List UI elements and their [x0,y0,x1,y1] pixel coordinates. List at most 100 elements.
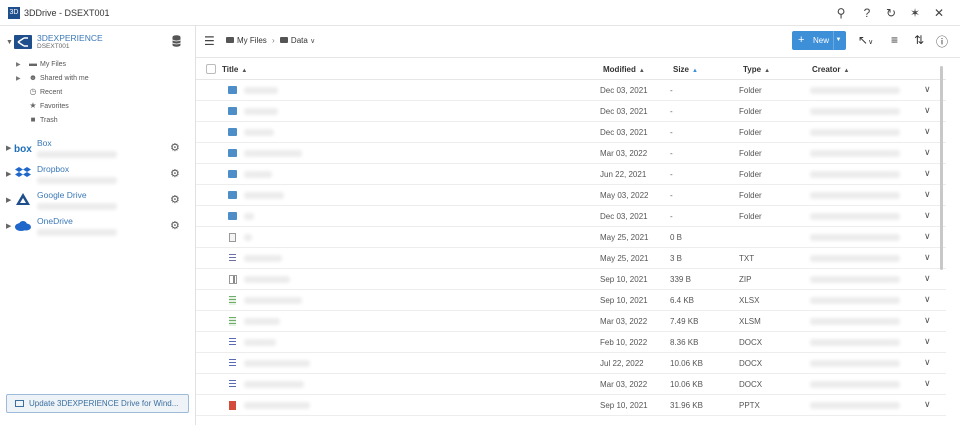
file-title[interactable] [244,171,272,178]
table-row[interactable]: May 25, 2021 3 B TXT ∨ [196,248,946,269]
caret-down-icon[interactable]: ▼ [833,31,843,50]
file-title[interactable] [244,213,254,220]
chevron-down-icon[interactable]: ∨ [924,357,931,368]
file-title[interactable] [244,381,304,388]
column-size[interactable]: Size ▲ [673,65,698,74]
sidebar-item-recent[interactable]: ◷ Recent [16,87,63,96]
chevron-down-icon[interactable]: ∨ [924,399,931,410]
file-title[interactable] [244,276,290,283]
sort-icon[interactable]: ⇅ [914,33,924,47]
sidebar-item-favorites[interactable]: ★ Favorites [16,101,68,110]
chevron-down-icon[interactable]: ∨ [924,294,931,305]
column-modified[interactable]: Modified ▲ [603,65,645,74]
file-title[interactable] [244,339,276,346]
list-view-icon[interactable]: ≡ [891,33,898,47]
table-row[interactable]: Mar 03, 2022 10.06 KB DOCX ∨ [196,374,946,395]
chevron-down-icon[interactable]: ∨ [924,315,931,326]
file-title[interactable] [244,297,302,304]
close-icon[interactable]: ✕ [932,6,946,20]
chevron-down-icon[interactable]: ▼ [6,39,13,46]
database-icon[interactable] [172,35,181,47]
file-title[interactable] [244,402,310,409]
folder-icon: ▬ [29,59,37,68]
file-title[interactable] [244,150,302,157]
gear-icon[interactable]: ⚙ [170,141,180,154]
pin-icon[interactable]: ✶ [908,6,922,20]
chevron-right-icon[interactable]: ▶ [6,144,11,152]
breadcrumb-my-files[interactable]: My Files [237,36,267,45]
table-row[interactable]: Dec 03, 2021 - Folder ∨ [196,122,946,143]
creator-cell [810,381,900,388]
breadcrumb-data[interactable]: Data [291,36,308,45]
column-creator[interactable]: Creator ▲ [812,65,849,74]
table-row[interactable]: Dec 03, 2021 - Folder ∨ [196,101,946,122]
table-row[interactable]: Jun 22, 2021 - Folder ∨ [196,164,946,185]
refresh-icon[interactable]: ↻ [884,6,898,20]
main-toolbar: ☰ My Files › Data ∨ + New ▼ ↖∨ ≡ ⇅ ⓘ [196,26,960,58]
chevron-right-icon[interactable]: ▶ [16,61,26,68]
chevron-down-icon[interactable]: ∨ [924,273,931,284]
type-cell: Folder [739,107,762,116]
file-title[interactable] [244,360,310,367]
chevron-right-icon[interactable]: ▶ [6,196,11,204]
select-all-checkbox[interactable] [206,64,216,74]
chevron-down-icon[interactable]: ∨ [924,378,931,389]
file-icon [229,275,237,284]
chevron-down-icon[interactable]: ∨ [924,84,931,95]
table-row[interactable]: Sep 10, 2021 339 B ZIP ∨ [196,269,946,290]
table-row[interactable]: Dec 03, 2021 - Folder ∨ [196,206,946,227]
sidebar-item-my-files[interactable]: ▶ ▬ My Files [16,59,66,68]
new-button[interactable]: + New ▼ [792,31,846,50]
scrollbar[interactable] [940,66,943,270]
select-mode-icon[interactable]: ↖∨ [858,33,873,47]
size-cell: - [670,86,673,95]
column-title[interactable]: Title ▲ [222,65,247,74]
table-row[interactable]: Mar 03, 2022 - Folder ∨ [196,143,946,164]
table-row[interactable]: Feb 10, 2022 8.36 KB DOCX ∨ [196,332,946,353]
sidebar-item-shared-with-me[interactable]: ▶ ☻ Shared with me [16,73,89,82]
table-row[interactable]: Sep 10, 2021 6.4 KB XLSX ∨ [196,290,946,311]
file-icon [229,254,236,263]
table-row[interactable]: Sep 10, 2021 31.96 KB PPTX ∨ [196,395,946,416]
table-row[interactable]: May 25, 2021 0 B ∨ [196,227,946,248]
chevron-down-icon[interactable]: ∨ [924,252,931,263]
gear-icon[interactable]: ⚙ [170,167,180,180]
folder-icon [228,212,237,220]
box-logo-icon: box [14,144,32,155]
file-icon [229,359,236,368]
file-title[interactable] [244,234,252,241]
table-row[interactable]: May 03, 2022 - Folder ∨ [196,185,946,206]
file-title[interactable] [244,192,284,199]
chevron-down-icon[interactable]: ∨ [924,126,931,137]
file-title[interactable] [244,129,274,136]
file-title[interactable] [244,87,278,94]
chevron-down-icon[interactable]: ∨ [924,210,931,221]
help-icon[interactable]: ? [860,6,874,20]
file-title[interactable] [244,318,280,325]
chevron-right-icon[interactable]: ▶ [6,170,11,178]
chevron-down-icon[interactable]: ∨ [924,147,931,158]
gear-icon[interactable]: ⚙ [170,193,180,206]
chevron-down-icon[interactable]: ∨ [924,168,931,179]
size-cell: 7.49 KB [670,317,699,326]
chevron-down-icon[interactable]: ∨ [924,336,931,347]
chevron-right-icon[interactable]: ▶ [6,222,11,230]
chevron-down-icon[interactable]: ∨ [310,38,315,45]
chevron-down-icon[interactable]: ∨ [924,105,931,116]
info-icon[interactable]: ⓘ [936,33,948,50]
menu-icon[interactable]: ☰ [204,34,215,48]
sidebar-item-trash[interactable]: ■ Trash [16,115,58,124]
creator-cell [810,87,900,94]
chevron-down-icon[interactable]: ∨ [924,189,931,200]
chevron-right-icon[interactable]: ▶ [16,75,26,82]
update-drive-button[interactable]: Update 3DEXPERIENCE Drive for Wind... [6,394,189,413]
table-row[interactable]: Dec 03, 2021 - Folder ∨ [196,80,946,101]
search-icon[interactable]: ⚲ [834,6,848,20]
table-row[interactable]: Jul 22, 2022 10.06 KB DOCX ∨ [196,353,946,374]
gear-icon[interactable]: ⚙ [170,219,180,232]
table-row[interactable]: Mar 03, 2022 7.49 KB XLSM ∨ [196,311,946,332]
file-title[interactable] [244,108,278,115]
file-title[interactable] [244,255,282,262]
chevron-down-icon[interactable]: ∨ [924,231,931,242]
column-type[interactable]: Type ▲ [743,65,770,74]
